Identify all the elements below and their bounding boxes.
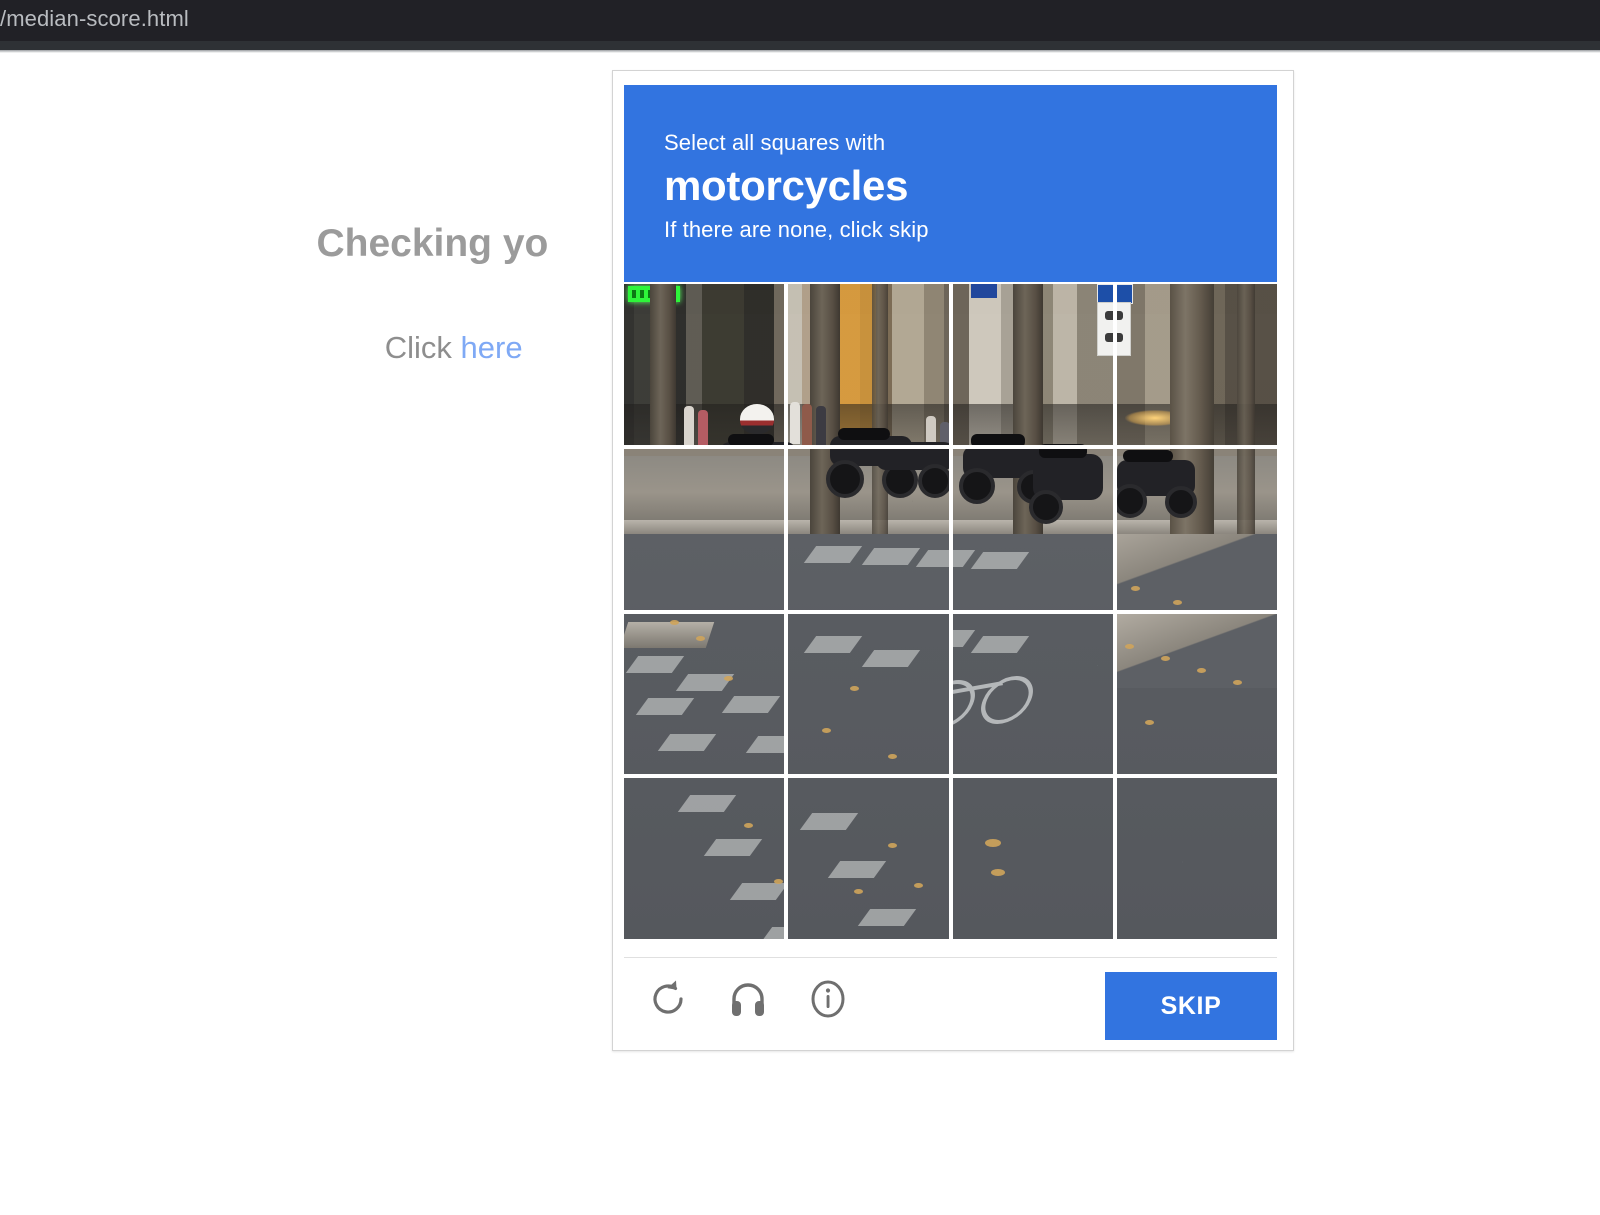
captcha-instruction: Select all squares with bbox=[664, 131, 1277, 155]
tile-image bbox=[788, 778, 948, 939]
info-icon[interactable] bbox=[805, 976, 851, 1022]
captcha-tile-2-3[interactable] bbox=[1117, 614, 1277, 775]
tile-image bbox=[1117, 449, 1277, 610]
here-link[interactable]: here bbox=[461, 330, 523, 365]
page-title-left: Checking yo bbox=[316, 222, 548, 265]
captcha-tile-1-2[interactable] bbox=[953, 449, 1113, 610]
skip-button[interactable]: SKIP bbox=[1105, 972, 1277, 1040]
tile-image bbox=[624, 778, 784, 939]
browser-bar-underline bbox=[0, 41, 1600, 50]
captcha-footer: SKIP bbox=[624, 957, 1277, 1039]
tile-image bbox=[788, 449, 948, 610]
browser-url-text: /median-score.html bbox=[0, 6, 189, 32]
tile-image bbox=[953, 449, 1113, 610]
tile-image bbox=[624, 449, 784, 610]
browser-top-bar: /median-score.html bbox=[0, 0, 1600, 41]
tile-image bbox=[953, 614, 1113, 775]
captcha-tile-2-1[interactable] bbox=[788, 614, 948, 775]
captcha-tile-0-1[interactable] bbox=[788, 284, 948, 445]
captcha-tile-1-3[interactable] bbox=[1117, 449, 1277, 610]
captcha-tile-0-2[interactable] bbox=[953, 284, 1113, 445]
captcha-tile-0-3[interactable] bbox=[1117, 284, 1277, 445]
captcha-dialog: Select all squares with motorcycles If t… bbox=[612, 70, 1294, 1051]
captcha-image-grid bbox=[624, 284, 1277, 939]
captcha-tile-0-0[interactable] bbox=[624, 284, 784, 445]
headphones-icon[interactable] bbox=[725, 976, 771, 1022]
captcha-tile-3-0[interactable] bbox=[624, 778, 784, 939]
captcha-tile-3-2[interactable] bbox=[953, 778, 1113, 939]
captcha-header: Select all squares with motorcycles If t… bbox=[624, 85, 1277, 282]
captcha-tile-3-1[interactable] bbox=[788, 778, 948, 939]
captcha-tile-2-0[interactable] bbox=[624, 614, 784, 775]
tile-image bbox=[1117, 778, 1277, 939]
tile-image bbox=[953, 284, 1113, 445]
tile-image bbox=[1117, 614, 1277, 775]
tile-image bbox=[624, 284, 784, 445]
captcha-tile-1-1[interactable] bbox=[788, 449, 948, 610]
tile-image bbox=[953, 778, 1113, 939]
captcha-hint: If there are none, click skip bbox=[664, 217, 1277, 243]
tile-image bbox=[788, 614, 948, 775]
captcha-tile-1-0[interactable] bbox=[624, 449, 784, 610]
tile-image bbox=[788, 284, 948, 445]
page-subtitle-prefix: Click bbox=[385, 330, 461, 365]
captcha-target-label: motorcycles bbox=[664, 161, 1277, 211]
captcha-tile-3-3[interactable] bbox=[1117, 778, 1277, 939]
tile-image bbox=[1117, 284, 1277, 445]
captcha-tile-2-2[interactable] bbox=[953, 614, 1113, 775]
tile-image bbox=[624, 614, 784, 775]
reload-icon[interactable] bbox=[645, 976, 691, 1022]
